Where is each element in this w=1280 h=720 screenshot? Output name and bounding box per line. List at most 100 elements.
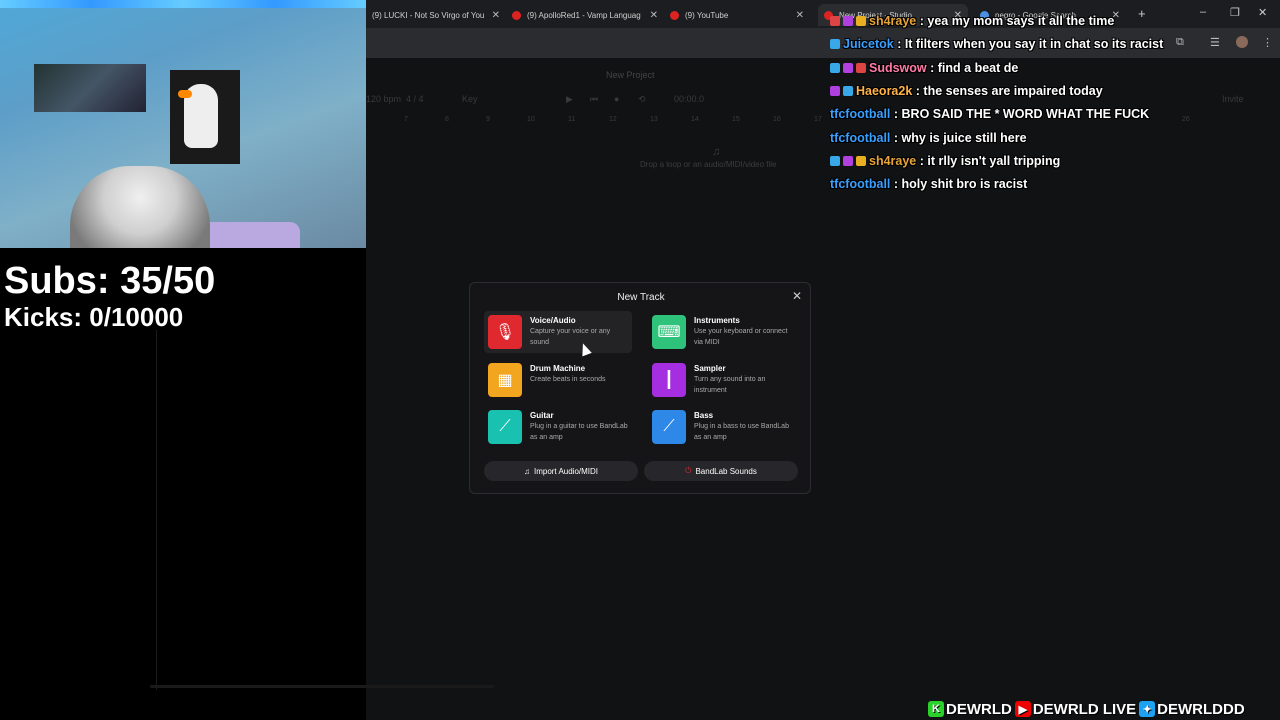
chat-username: tfcfootball bbox=[830, 130, 891, 145]
option-desc: Turn any sound into an instrument bbox=[694, 376, 766, 394]
ruler-tick: 17 bbox=[814, 116, 822, 123]
key-selector[interactable]: Key bbox=[462, 94, 478, 104]
chat-separator: : bbox=[912, 83, 924, 98]
dialog-title: New Track bbox=[617, 292, 665, 303]
tab-close-icon[interactable]: ✕ bbox=[492, 10, 500, 21]
close-icon[interactable]: ✕ bbox=[792, 289, 802, 303]
chat-badge-icon bbox=[856, 62, 866, 73]
play-icon[interactable]: ▶ bbox=[566, 94, 573, 105]
option-title: Guitar bbox=[530, 411, 554, 420]
sidebar-icon[interactable]: ☰ bbox=[1210, 36, 1220, 49]
rewind-icon[interactable]: ⏮ bbox=[590, 94, 598, 105]
option-title: Instruments bbox=[694, 316, 740, 325]
option-desc: Use your keyboard or connect via MIDI bbox=[694, 328, 788, 346]
chat-username: sh4raye bbox=[869, 14, 917, 28]
invite-button[interactable]: Invite bbox=[1222, 94, 1244, 104]
chat-username: Sudswow bbox=[869, 60, 927, 75]
chat-separator: : bbox=[890, 130, 902, 145]
wall-poster bbox=[34, 64, 146, 112]
voice-audio-option[interactable]: 🎙 Voice/Audio Capture your voice or any … bbox=[484, 311, 632, 353]
ruler-tick: 7 bbox=[404, 116, 408, 123]
chat-message: sh4raye : yea my mom says it all the tim… bbox=[830, 14, 1114, 28]
ruler-tick: 11 bbox=[568, 116, 576, 123]
restore-icon[interactable]: ❐ bbox=[1230, 6, 1240, 19]
chat-username: tfcfootball bbox=[830, 177, 891, 192]
time-signature[interactable]: 4 / 4 bbox=[406, 94, 424, 104]
record-icon[interactable]: ● bbox=[614, 94, 619, 104]
twitter-handle: ✦ DEWRLDDD bbox=[1139, 701, 1245, 718]
option-desc: Plug in a guitar to use BandLab as an am… bbox=[530, 423, 628, 441]
drum-machine-icon: ▦ bbox=[488, 363, 522, 397]
youtube-logo-icon: ▶ bbox=[1014, 701, 1031, 717]
chat-message: tfcfootball : why is juice still here bbox=[830, 131, 1027, 145]
goose-beak bbox=[178, 90, 192, 98]
chat-text: holy shit bro is racist bbox=[901, 177, 1028, 192]
drum-machine-option[interactable]: ▦ Drum Machine Create beats in seconds bbox=[484, 359, 632, 401]
option-title: Voice/Audio bbox=[530, 316, 576, 325]
tab-title: (9) LUCKI - Not So Virgo of You bbox=[372, 10, 485, 20]
chat-badge-icon bbox=[830, 155, 840, 166]
chat-text: It filters when you say it in chat so it… bbox=[904, 37, 1164, 52]
chat-separator: : bbox=[893, 37, 905, 52]
option-desc: Plug in a bass to use BandLab as an amp bbox=[694, 423, 789, 441]
chat-message: tfcfootball : holy shit bro is racist bbox=[830, 177, 1027, 191]
youtube-label: DEWRLD LIVE bbox=[1032, 700, 1137, 718]
bandlab-logo-icon: ⏻ bbox=[685, 466, 692, 475]
chat-username: Haeora2k bbox=[856, 83, 913, 98]
profile-avatar[interactable] bbox=[1236, 36, 1248, 48]
chat-badge-icon bbox=[856, 155, 866, 166]
youtube-handle: ▶ DEWRLD LIVE bbox=[1014, 700, 1137, 718]
ruler-tick: 9 bbox=[486, 116, 490, 123]
chat-badge-icon bbox=[843, 62, 853, 73]
new-tab-icon[interactable]: + bbox=[1138, 6, 1146, 21]
subs-goal: Subs: 35/50 bbox=[4, 260, 216, 302]
drop-hint: Drop a loop or an audio/MIDI/video file bbox=[640, 160, 777, 169]
chat-message: sh4raye : it rlly isn't yall tripping bbox=[830, 154, 1060, 168]
chat-message: Juicetok : It filters when you say it in… bbox=[830, 37, 1163, 51]
chat-message: Haeora2k : the senses are impaired today bbox=[830, 84, 1103, 98]
chat-separator: : bbox=[926, 60, 938, 75]
new-track-dialog: New Track ✕ 🎙 Voice/Audio Capture your v… bbox=[469, 282, 811, 494]
chat-badge-icon bbox=[830, 16, 840, 26]
ruler-tick: 16 bbox=[773, 116, 781, 123]
guitar-option[interactable]: ⟋ Guitar Plug in a guitar to use BandLab… bbox=[484, 406, 632, 448]
waveform-icon: ┃ bbox=[652, 363, 686, 397]
chat-badge-icon bbox=[830, 85, 840, 96]
option-title: Bass bbox=[694, 411, 714, 420]
youtube-favicon-icon bbox=[512, 10, 521, 20]
webcam-feed bbox=[0, 0, 366, 248]
tab-close-icon[interactable]: ✕ bbox=[650, 10, 658, 21]
chat-message: Sudswow : find a beat de bbox=[830, 61, 1018, 75]
chat-text: BRO SAID THE * WORD WHAT THE FUCK bbox=[901, 107, 1150, 122]
chat-message: tfcfootball : BRO SAID THE * WORD WHAT T… bbox=[830, 107, 1149, 121]
project-title[interactable]: New Project bbox=[606, 70, 655, 80]
kick-logo-icon: K bbox=[928, 701, 944, 717]
bass-option[interactable]: ⟋ Bass Plug in a bass to use BandLab as … bbox=[648, 406, 796, 448]
tab-close-icon[interactable]: ✕ bbox=[796, 10, 804, 21]
horizontal-scrollbar[interactable] bbox=[150, 685, 494, 688]
import-audio-midi-button[interactable]: ♫ Import Audio/MIDI bbox=[484, 461, 638, 481]
chat-text: why is juice still here bbox=[901, 130, 1027, 145]
youtube-favicon-icon bbox=[670, 10, 679, 20]
bandlab-sounds-button[interactable]: ⏻ BandLab Sounds bbox=[644, 461, 798, 481]
browser-tab[interactable]: (9) ApolloRed1 - Vamp Languag ✕ bbox=[506, 4, 664, 26]
chat-badge-icon bbox=[843, 85, 853, 96]
minimize-icon[interactable]: – bbox=[1200, 6, 1206, 18]
button-label: BandLab Sounds bbox=[695, 466, 757, 476]
browser-tab[interactable]: (9) YouTube ✕ bbox=[664, 4, 810, 26]
tab-title: (9) YouTube bbox=[685, 10, 729, 20]
ruler-tick: 13 bbox=[650, 116, 658, 123]
option-title: Drum Machine bbox=[530, 364, 586, 373]
sampler-option[interactable]: ┃ Sampler Turn any sound into an instrum… bbox=[648, 359, 796, 401]
microphone-icon: 🎙 bbox=[488, 315, 522, 349]
tempo-display[interactable]: 120 bpm bbox=[366, 94, 401, 104]
chat-separator: : bbox=[916, 14, 928, 28]
loop-icon[interactable]: ⟲ bbox=[638, 94, 646, 105]
browser-tab[interactable]: (9) LUCKI - Not So Virgo of You ✕ bbox=[366, 4, 506, 26]
chat-text: find a beat de bbox=[937, 60, 1019, 75]
extensions-icon[interactable]: ⧉ bbox=[1176, 36, 1184, 49]
close-window-icon[interactable]: ✕ bbox=[1258, 6, 1267, 19]
social-branding: K DEWRLD ▶ DEWRLD LIVE ✦ DEWRLDDD bbox=[928, 699, 1245, 719]
browser-menu-icon[interactable]: ⋮ bbox=[1262, 36, 1273, 49]
instruments-option[interactable]: ⌨ Instruments Use your keyboard or conne… bbox=[648, 311, 796, 353]
